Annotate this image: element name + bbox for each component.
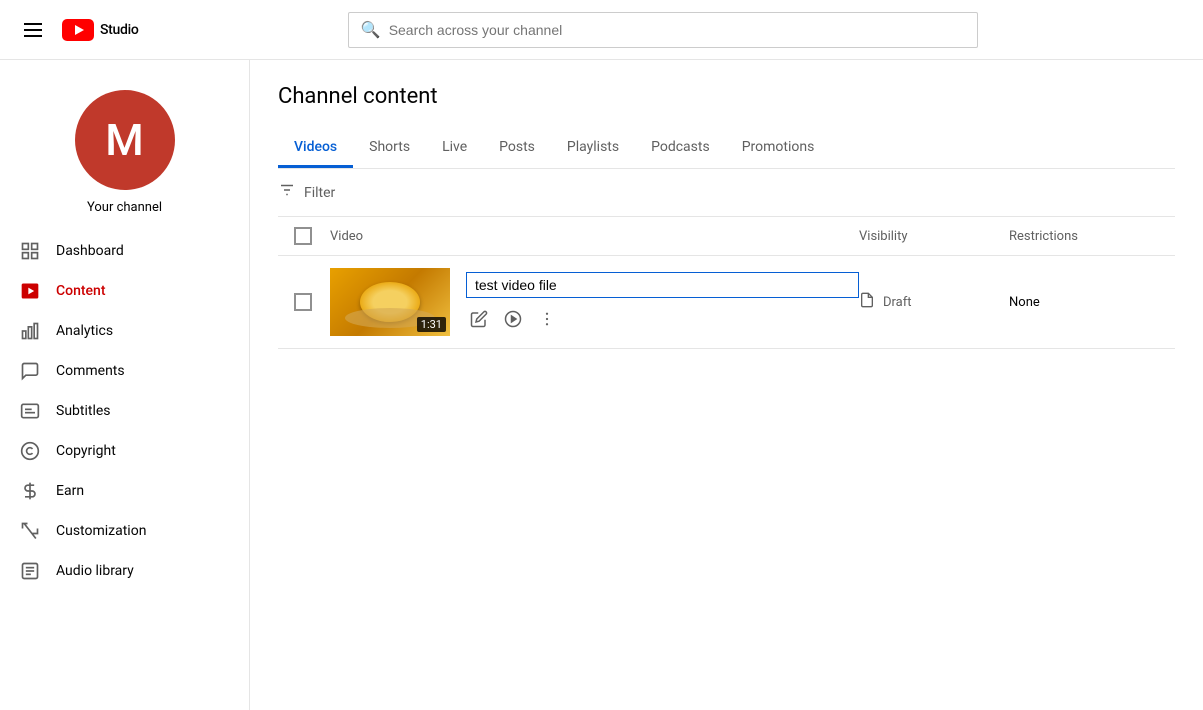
sidebar-item-audio-library-label: Audio library bbox=[56, 563, 134, 579]
sidebar: M Your channel Dashboard Content bbox=[0, 60, 250, 710]
sidebar-item-copyright[interactable]: Copyright bbox=[0, 431, 249, 471]
video-actions bbox=[466, 306, 859, 332]
tab-promotions[interactable]: Promotions bbox=[726, 129, 831, 168]
col-header-restrictions: Restrictions bbox=[1009, 229, 1159, 244]
play-icon bbox=[20, 281, 40, 301]
studio-label: Studio bbox=[100, 22, 139, 38]
video-thumbnail: 1:31 bbox=[330, 268, 450, 336]
sidebar-item-analytics[interactable]: Analytics bbox=[0, 311, 249, 351]
sidebar-item-dashboard[interactable]: Dashboard bbox=[0, 231, 249, 271]
row-checkbox[interactable] bbox=[294, 293, 312, 311]
sidebar-item-copyright-label: Copyright bbox=[56, 443, 116, 459]
tabs: Videos Shorts Live Posts Playlists Podca… bbox=[278, 129, 1175, 169]
draft-doc-icon bbox=[859, 292, 875, 312]
search-icon: 🔍 bbox=[361, 20, 381, 39]
tab-playlists[interactable]: Playlists bbox=[551, 129, 635, 168]
channel-name: Your channel bbox=[87, 200, 162, 215]
video-duration: 1:31 bbox=[417, 317, 446, 332]
row-checkbox-container bbox=[294, 293, 330, 311]
audio-icon bbox=[20, 561, 40, 581]
restrictions-cell: None bbox=[1009, 295, 1159, 310]
filter-bar: Filter bbox=[278, 169, 1175, 217]
video-title-input[interactable] bbox=[466, 272, 859, 298]
filter-icon bbox=[278, 181, 296, 204]
sidebar-item-subtitles-label: Subtitles bbox=[56, 403, 111, 419]
search-bar: 🔍 bbox=[139, 12, 1187, 48]
tab-shorts[interactable]: Shorts bbox=[353, 129, 426, 168]
sidebar-item-subtitles[interactable]: Subtitles bbox=[0, 391, 249, 431]
col-header-video: Video bbox=[330, 229, 859, 244]
channel-info: M Your channel bbox=[0, 70, 249, 231]
select-all-checkbox[interactable] bbox=[294, 227, 312, 245]
page-title: Channel content bbox=[278, 84, 1175, 109]
header: Studio 🔍 bbox=[0, 0, 1203, 60]
tab-live[interactable]: Live bbox=[426, 129, 483, 168]
youtube-logo-icon bbox=[62, 19, 94, 41]
layout: M Your channel Dashboard Content bbox=[0, 0, 1203, 710]
preview-button[interactable] bbox=[500, 306, 526, 332]
grid-icon bbox=[20, 241, 40, 261]
tab-posts[interactable]: Posts bbox=[483, 129, 551, 168]
comment-icon bbox=[20, 361, 40, 381]
col-header-visibility: Visibility bbox=[859, 229, 1009, 244]
sidebar-item-earn-label: Earn bbox=[56, 483, 84, 499]
search-input-container: 🔍 bbox=[348, 12, 978, 48]
filter-label: Filter bbox=[304, 185, 335, 201]
visibility-cell: Draft bbox=[859, 292, 1009, 312]
sidebar-item-comments[interactable]: Comments bbox=[0, 351, 249, 391]
sidebar-item-content-label: Content bbox=[56, 283, 106, 299]
header-left: Studio bbox=[16, 15, 139, 45]
visibility-value: Draft bbox=[883, 295, 912, 310]
sidebar-item-audio-library[interactable]: Audio library bbox=[0, 551, 249, 591]
restrictions-value: None bbox=[1009, 295, 1040, 310]
sidebar-item-customization-label: Customization bbox=[56, 523, 146, 539]
sidebar-item-customization[interactable]: Customization bbox=[0, 511, 249, 551]
sidebar-item-analytics-label: Analytics bbox=[56, 323, 113, 339]
subtitles-icon bbox=[20, 401, 40, 421]
copyright-icon bbox=[20, 441, 40, 461]
avatar: M bbox=[75, 90, 175, 190]
more-options-button[interactable] bbox=[534, 306, 560, 332]
main-content: Channel content Videos Shorts Live Posts… bbox=[250, 60, 1203, 710]
sidebar-item-comments-label: Comments bbox=[56, 363, 125, 379]
edit-button[interactable] bbox=[466, 306, 492, 332]
sidebar-item-earn[interactable]: Earn bbox=[0, 471, 249, 511]
dollar-icon bbox=[20, 481, 40, 501]
header-checkbox-container bbox=[294, 227, 330, 245]
logo-container: Studio bbox=[62, 19, 139, 41]
video-info bbox=[466, 272, 859, 332]
search-input[interactable] bbox=[389, 22, 965, 38]
hamburger-icon[interactable] bbox=[16, 15, 50, 45]
tab-podcasts[interactable]: Podcasts bbox=[635, 129, 726, 168]
wand-icon bbox=[20, 521, 40, 541]
table-row: 1:31 bbox=[278, 256, 1175, 349]
tab-videos[interactable]: Videos bbox=[278, 129, 353, 168]
sidebar-item-dashboard-label: Dashboard bbox=[56, 243, 124, 259]
bar-chart-icon bbox=[20, 321, 40, 341]
sidebar-item-content[interactable]: Content bbox=[0, 271, 249, 311]
table-header: Video Visibility Restrictions bbox=[278, 217, 1175, 256]
